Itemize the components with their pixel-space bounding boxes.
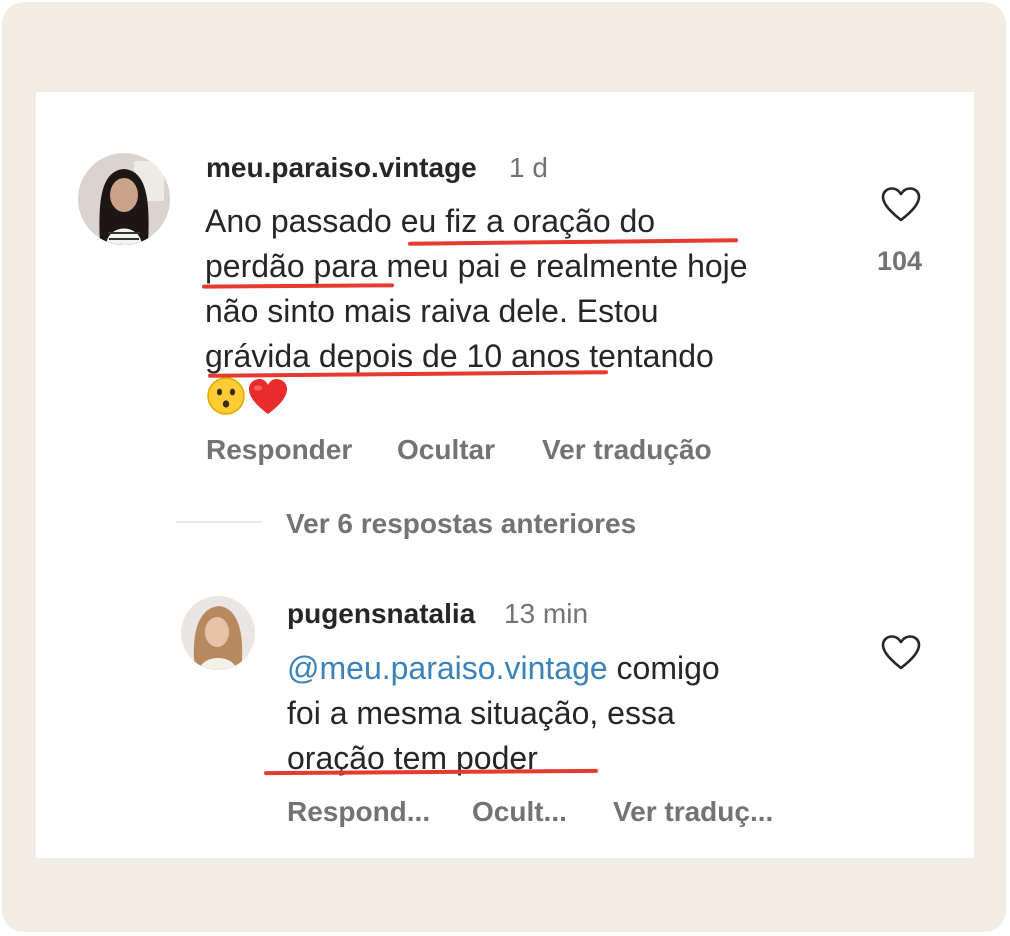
reply-button[interactable]: Responder	[206, 434, 352, 466]
comment-line: perdão para meu pai e realmente hoje	[205, 248, 748, 284]
hide-button[interactable]: Ocultar	[397, 434, 495, 466]
hushed-face-icon	[206, 376, 246, 421]
avatar[interactable]	[181, 596, 255, 670]
reply-timestamp: 13 min	[504, 598, 589, 629]
comment-line: não sinto mais raiva dele. Estou	[205, 293, 659, 329]
comment-text: Ano passado eu fiz a oração do perdão pa…	[205, 199, 748, 379]
reply-line-text: comigo	[607, 650, 720, 686]
comment-line: Ano passado eu fiz a oração do	[205, 203, 656, 239]
translate-button[interactable]: Ver tradução	[542, 434, 712, 466]
reply-button[interactable]: Respond...	[287, 796, 430, 828]
reply-line: @meu.paraiso.vintage comigo	[287, 646, 720, 691]
comment-username[interactable]: meu.paraiso.vintage	[206, 152, 477, 184]
like-count: 104	[877, 246, 923, 276]
comment-timestamp: 1 d	[509, 152, 548, 183]
view-previous-replies-button[interactable]: Ver 6 respostas anteriores	[286, 508, 636, 540]
reply-username[interactable]: pugensnatalia	[287, 598, 475, 630]
like-heart-icon[interactable]	[880, 634, 922, 677]
reply-line: foi a mesma situação, essa	[287, 695, 675, 731]
reply-text: @meu.paraiso.vintage comigo foi a mesma …	[287, 646, 720, 781]
replies-divider	[176, 521, 262, 523]
like-heart-icon[interactable]	[880, 186, 922, 229]
translate-button[interactable]: Ver traduç...	[613, 796, 773, 828]
red-heart-icon	[247, 378, 289, 421]
mention-link[interactable]: @meu.paraiso.vintage	[287, 650, 608, 686]
avatar[interactable]	[78, 153, 170, 245]
hide-button[interactable]: Ocult...	[472, 796, 567, 828]
